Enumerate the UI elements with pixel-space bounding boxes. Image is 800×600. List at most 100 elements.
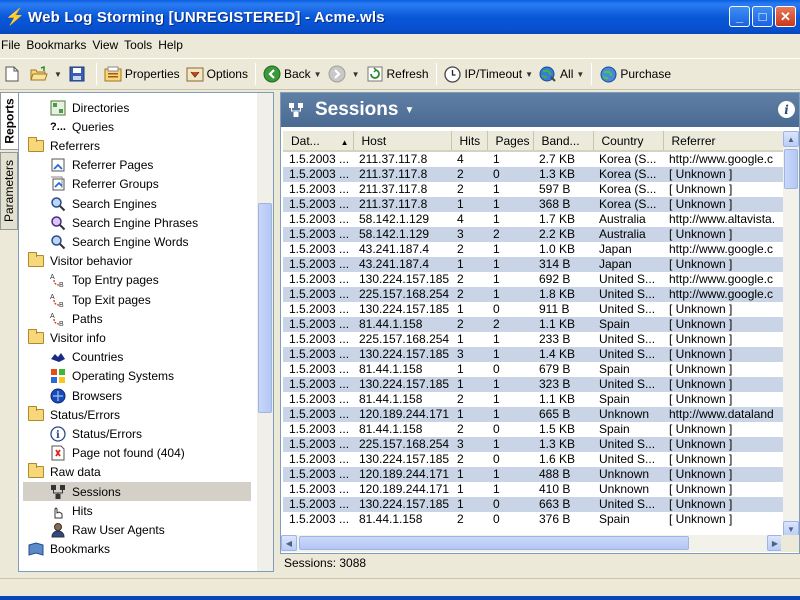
table-row[interactable]: 1.5.2003 ... 120.189.244.171 1 1 410 B Unknow… — [283, 482, 783, 497]
tree-item[interactable]: Operating Systems — [49, 367, 174, 386]
column-header[interactable]: Host — [353, 131, 452, 152]
all-label: All — [560, 67, 574, 81]
scroll-left-button[interactable]: ◀ — [281, 535, 297, 551]
table-row[interactable]: 1.5.2003 ... 225.157.168.254 3 1 1.3 KB Unite… — [283, 437, 783, 452]
tree-item[interactable]: Referrer Groups — [49, 175, 159, 194]
menu-bookmarks[interactable]: Bookmarks — [26, 38, 92, 52]
menu-view[interactable]: View — [92, 38, 124, 52]
menu-file[interactable]: File — [0, 38, 26, 52]
column-header[interactable]: Hits — [451, 131, 488, 152]
ip-timeout-button[interactable]: IP/Timeout ▼ — [441, 61, 537, 87]
menu-tools[interactable]: Tools — [124, 38, 158, 52]
all-dropdown-arrow[interactable]: ▼ — [576, 70, 584, 79]
refresh-button[interactable]: Refresh — [363, 61, 432, 87]
tree-item[interactable]: Search Engine Words — [49, 232, 189, 251]
tree-item[interactable]: ?... Queries — [49, 117, 114, 136]
tree-item[interactable]: Bookmarks — [27, 540, 110, 559]
maximize-button[interactable]: □ — [752, 6, 773, 27]
all-filter-button[interactable]: All ▼ — [536, 61, 587, 87]
vertical-scrollbar[interactable]: ▲ ▼ — [783, 131, 799, 537]
purchase-button[interactable]: Purchase — [596, 61, 674, 87]
column-header[interactable]: Dat... ▲ — [283, 131, 354, 152]
table-cell: [ Unknown ] — [663, 437, 783, 452]
new-button[interactable] — [0, 61, 27, 87]
table-row[interactable]: 1.5.2003 ... 58.142.1.129 3 2 2.2 KB Australi… — [283, 227, 783, 242]
tree-scrollbar[interactable] — [257, 93, 273, 571]
table-row[interactable]: 1.5.2003 ... 58.142.1.129 4 1 1.7 KB Australi… — [283, 212, 783, 227]
table-row[interactable]: 1.5.2003 ... 211.37.117.8 4 1 2.7 KB Korea (S… — [283, 151, 783, 167]
tab-parameters[interactable]: Parameters — [0, 152, 18, 230]
table-row[interactable]: 1.5.2003 ... 81.44.1.158 2 1 1.1 KB Spain [ Un… — [283, 392, 783, 407]
back-button[interactable]: Back ▼ — [260, 61, 325, 87]
tree-item[interactable]: Hits — [49, 501, 93, 520]
tree-item[interactable]: Status/Errors — [27, 405, 120, 424]
table-row[interactable]: 1.5.2003 ... 211.37.117.8 1 1 368 B Korea (S.… — [283, 197, 783, 212]
app-lightning-icon[interactable]: ⚡ — [5, 8, 25, 26]
tree-item[interactable]: Search Engines — [49, 194, 157, 213]
forward-dropdown-arrow[interactable]: ▼ — [352, 70, 360, 79]
table-row[interactable]: 1.5.2003 ... 81.44.1.158 2 0 376 B Spain [ Unk… — [283, 512, 783, 527]
scroll-up-button[interactable]: ▲ — [783, 131, 799, 147]
table-cell: [ Unknown ] — [663, 377, 783, 392]
tree-item[interactable]: Referrer Pages — [49, 156, 153, 175]
tree-item[interactable]: Visitor info — [27, 328, 106, 347]
column-header[interactable]: Band... — [533, 131, 594, 152]
tree-item[interactable]: Raw data — [27, 463, 101, 482]
tree-item[interactable]: i Status/Errors — [49, 424, 142, 443]
forward-button[interactable]: ▼ — [325, 61, 363, 87]
tree-item[interactable]: Countries — [49, 348, 123, 367]
table-row[interactable]: 1.5.2003 ... 120.189.244.171 1 1 665 B Unknow… — [283, 407, 783, 422]
tree-item[interactable]: A B Top Exit pages — [49, 290, 151, 309]
table-row[interactable]: 1.5.2003 ... 211.37.117.8 2 1 597 B Korea (S.… — [283, 182, 783, 197]
table-row[interactable]: 1.5.2003 ... 225.157.168.254 2 1 1.8 KB Unite… — [283, 287, 783, 302]
tree-item[interactable]: Referrers — [27, 136, 100, 155]
table-row[interactable]: 1.5.2003 ... 81.44.1.158 1 0 679 B Spain [ Unk… — [283, 362, 783, 377]
table-row[interactable]: 1.5.2003 ... 43.241.187.4 1 1 314 B Japan[ Un… — [283, 257, 783, 272]
table-row[interactable]: 1.5.2003 ... 130.224.157.185 2 0 1.6 KB Unite… — [283, 452, 783, 467]
table-row[interactable]: 1.5.2003 ... 130.224.157.185 1 1 323 B United… — [283, 377, 783, 392]
table-row[interactable]: 1.5.2003 ... 120.189.244.171 1 1 488 B Unknow… — [283, 467, 783, 482]
panel-title-dropdown-arrow[interactable]: ▼ — [404, 105, 414, 116]
tree-item[interactable]: Page not found (404) — [49, 444, 185, 463]
back-dropdown-arrow[interactable]: ▼ — [314, 70, 322, 79]
table-cell: 1 — [493, 182, 500, 196]
table-row[interactable]: 1.5.2003 ... 81.44.1.158 2 0 1.5 KB Spain [ Un… — [283, 422, 783, 437]
close-button[interactable]: ✕ — [775, 6, 796, 27]
tree-scroll-thumb[interactable] — [258, 203, 272, 413]
column-header[interactable]: Referrer — [663, 131, 783, 152]
column-header[interactable]: Country — [593, 131, 664, 152]
tab-reports[interactable]: Reports — [0, 92, 18, 150]
table-cell: 211.37.117.8 — [353, 197, 451, 212]
open-dropdown-arrow[interactable]: ▼ — [54, 70, 62, 79]
tree-item[interactable]: Raw User Agents — [49, 520, 165, 539]
table-row[interactable]: 1.5.2003 ... 130.224.157.185 2 1 692 B United… — [283, 272, 783, 287]
table-row[interactable]: 1.5.2003 ... 211.37.117.8 2 0 1.3 KB Korea (S… — [283, 167, 783, 182]
horizontal-scrollbar[interactable]: ◀ ▶ — [281, 535, 783, 552]
save-button[interactable] — [65, 61, 92, 87]
table-row[interactable]: 1.5.2003 ... 225.157.168.254 1 1 233 B United… — [283, 332, 783, 347]
column-header[interactable]: Pages — [487, 131, 534, 152]
tree-item[interactable]: Browsers — [49, 386, 122, 405]
options-button[interactable]: Options — [183, 61, 251, 87]
minimize-button[interactable]: _ — [729, 6, 750, 27]
menu-help[interactable]: Help — [158, 38, 189, 52]
table-row[interactable]: 1.5.2003 ... 130.224.157.185 1 0 663 B United… — [283, 497, 783, 512]
table-row[interactable]: 1.5.2003 ... 81.44.1.158 2 2 1.1 KB Spain[ Un… — [283, 317, 783, 332]
tree-item[interactable]: A B Paths — [49, 309, 103, 328]
table-row[interactable]: 1.5.2003 ... 130.224.157.185 3 1 1.4 KB Unite… — [283, 347, 783, 362]
table-row[interactable]: 1.5.2003 ... 43.241.187.4 2 1 1.0 KB Japan htt… — [283, 242, 783, 257]
table-cell: 211.37.117.8 — [353, 167, 451, 182]
vertical-scroll-thumb[interactable] — [784, 149, 798, 189]
tree-item[interactable]: Directories — [49, 98, 129, 117]
tree-item[interactable]: A B Top Entry pages — [49, 271, 159, 290]
open-button[interactable]: ▼ — [27, 61, 65, 87]
table-row[interactable]: 1.5.2003 ... 130.224.157.185 1 0 911 B United… — [283, 302, 783, 317]
tree-item[interactable]: Sessions — [23, 482, 251, 501]
horizontal-scroll-thumb[interactable] — [299, 536, 689, 550]
tree-item[interactable]: Search Engine Phrases — [49, 213, 198, 232]
table-cell: 1 — [451, 407, 487, 422]
info-icon[interactable]: i — [778, 101, 795, 118]
tree-item[interactable]: Visitor behavior — [27, 252, 133, 271]
ip-timeout-dropdown-arrow[interactable]: ▼ — [525, 70, 533, 79]
properties-button[interactable]: Properties — [101, 61, 183, 87]
